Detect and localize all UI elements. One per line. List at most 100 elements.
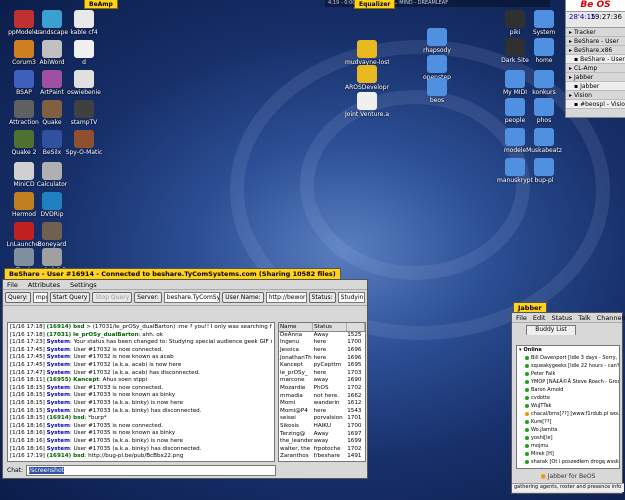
desktop-icon[interactable]: rhapsody (415, 28, 459, 54)
status-menu-button[interactable]: Status: (308, 292, 336, 303)
deskbar-item[interactable]: ▸ Tracker (566, 28, 625, 37)
beamp-tab[interactable]: BeAmp (84, 0, 118, 9)
desktop-icon[interactable]: Spy-O-Matic (62, 130, 106, 156)
user-row[interactable]: Kancept pyCepttm 1695 (279, 361, 365, 369)
desktop-icon[interactable]: stampTV (62, 100, 106, 126)
user-row[interactable]: Mozardie PhOS 1702 (279, 384, 365, 392)
user-row[interactable]: le_prOSy_ here 1703 (279, 369, 365, 377)
user-col-status[interactable]: Status (312, 323, 347, 332)
buddy-list[interactable]: ▾ Online Bill Davenport [Idle 3 days - S… (516, 345, 620, 469)
app-icon (534, 10, 554, 28)
user-row[interactable]: marcone away 1690 (279, 377, 365, 385)
menu-status[interactable]: Status (551, 314, 572, 322)
deskbar-item[interactable]: ▸ BeShare.x86 (566, 46, 625, 55)
buddy-item[interactable]: YMOP [NÃ£Ã©Â Steve Roach - Groun... (517, 378, 619, 386)
user-row[interactable]: Zartanhere1695 (279, 460, 365, 462)
menu-file[interactable]: File (7, 281, 18, 289)
timestamp: [1/16 17:47] (10, 369, 45, 376)
deskbar-item[interactable]: ▸ Jabber (566, 73, 625, 82)
desktop-icon[interactable]: Muskabeatz (522, 128, 566, 154)
query-menu-button[interactable]: Query: (5, 292, 31, 303)
desktop-icon[interactable]: Joint Venture.avi (345, 92, 389, 118)
username-input[interactable]: http://beworld.in (265, 292, 307, 303)
desktop-icon-label: System (532, 29, 556, 36)
deskbar-item-label: BeShare - User (574, 37, 619, 45)
buddy-item[interactable]: yoshi[le] (517, 434, 619, 442)
chat-input[interactable]: /screenshot (26, 464, 277, 476)
user-row[interactable]: Sikosis HAIKU 1700 (279, 422, 365, 430)
stop-query-button[interactable]: Stop Query (92, 292, 133, 303)
desktop-icon[interactable]: beos (415, 78, 459, 104)
desktop-icon[interactable]: kable cf4 (62, 10, 106, 36)
desktop-icon[interactable]: oswiebenie (62, 70, 106, 96)
user-row[interactable]: Terzing@ Away 1697 (279, 430, 365, 438)
desktop-icon[interactable]: d (62, 40, 106, 66)
buddy-item[interactable]: Peter Falk (517, 370, 619, 378)
deskbar-item[interactable]: ▸ BeShare - User (566, 37, 625, 46)
menu-settings[interactable]: Settings (70, 281, 97, 289)
user-row[interactable]: mmadia not here. 1662 (279, 392, 365, 400)
user-row[interactable]: the_leander away 1699 (279, 437, 365, 445)
buddy-item[interactable]: WuJTTak (517, 402, 619, 410)
menu-channels[interactable]: Channels (597, 314, 625, 322)
user-row[interactable]: seisei porvalsion 1701 (279, 415, 365, 423)
desktop-icon[interactable]: konkurs (522, 70, 566, 96)
desktop-icon[interactable]: System (522, 10, 566, 36)
user-row[interactable]: Momi@P4 here 1543 (279, 407, 365, 415)
buddy-item[interactable]: chacal/bms[??] [www.f1rdub.pl wouns... (517, 410, 619, 418)
group-online[interactable]: ▾ Online (517, 346, 619, 354)
desktop-icon[interactable]: home (522, 38, 566, 64)
start-query-button[interactable]: Start Query (49, 292, 91, 303)
buddy-list-tab[interactable]: Buddy List (526, 325, 576, 335)
deskbar-app-list: ▸ Tracker ▸ BeShare - User ▸ BeShare.x86 ▪ BeSh… (566, 28, 625, 109)
chevron-down-icon[interactable]: ▾ (519, 346, 522, 354)
buddy-item[interactable]: Baron Arnold (517, 386, 619, 394)
jabber-status-text: Jabber for BeOS (547, 473, 596, 480)
server-menu-button[interactable]: Server: (134, 292, 162, 303)
chat-log[interactable]: [1/16 17:18] (16914) bsd > (17031/le_prO… (7, 322, 275, 462)
desktop-icon[interactable]: Boneyard (30, 222, 74, 248)
user-row[interactable]: DeAnna Away 1525 (279, 331, 365, 339)
status-input[interactable]: Studying (337, 292, 366, 303)
query-input[interactable]: mpg (32, 292, 48, 303)
buddy-item[interactable]: squeakygeeks [Idle 22 hours - can't talk… (517, 362, 619, 370)
deskbar-item[interactable]: ▪ #beospl - Vision (566, 100, 625, 109)
deskbar-item[interactable]: ▸ CL-Amp (566, 64, 625, 73)
username-menu-button[interactable]: User Name: (222, 292, 264, 303)
menu-talk[interactable]: Talk (578, 314, 590, 322)
buddy-item[interactable]: Bill Davenport [Idle 3 days - Sorry, I r… (517, 354, 619, 362)
user-col-id[interactable] (346, 323, 365, 332)
user-row[interactable]: Jessica here 1696 (279, 346, 365, 354)
menu-file[interactable]: File (516, 314, 527, 322)
desktop-icon[interactable]: DVDRip (30, 192, 74, 218)
desktop-icon[interactable]: bup-pl (522, 158, 566, 184)
desktop-icon[interactable]: AROSDevelopment.rar (345, 65, 389, 91)
desktop-icon[interactable]: Calculator (30, 162, 74, 188)
buddy-item[interactable]: mojmu (517, 442, 619, 450)
be-menu-logo[interactable]: Be OS (566, 0, 625, 12)
buddy-item[interactable]: cvdotte (517, 394, 619, 402)
user-col-name[interactable]: Name (279, 323, 314, 332)
buddy-item[interactable]: Mirek [H] (517, 450, 619, 458)
buddy-item[interactable]: Kure[??] (517, 418, 619, 426)
beshare-window-tab[interactable]: BeShare - User #16914 - Connected to bes… (4, 268, 341, 279)
user-id-cell: 1699 (347, 438, 362, 445)
desktop-icon[interactable]: mudvayne-lost_and_foun... (345, 40, 389, 66)
user-row[interactable]: Zaranthos f/beshare 1491 (279, 453, 365, 461)
desktop-icon[interactable]: phos (522, 98, 566, 124)
user-row[interactable]: JonathanTh here 1696 (279, 354, 365, 362)
buddy-item[interactable]: Wo.jlamita (517, 426, 619, 434)
user-row[interactable]: Ingenu here 1700 (279, 339, 365, 347)
server-input[interactable]: beshare.TyComSystem (163, 292, 221, 303)
user-row[interactable]: walter, the frpotoche 1702 (279, 445, 365, 453)
menu-edit[interactable]: Edit (533, 314, 546, 322)
buddy-item[interactable]: sharak [Ot i poszedłem drogą wsskui.p... (517, 458, 619, 466)
deskbar-item[interactable]: ▪ Jabber (566, 82, 625, 91)
deskbar-item[interactable]: ▸ Vision (566, 91, 625, 100)
buddy-item[interactable]: maria (517, 466, 619, 468)
menu-attributes[interactable]: Attributes (28, 281, 60, 289)
equalizer-tab[interactable]: Equalizer (354, 0, 396, 9)
user-list[interactable]: Name Status DeAnna Away 1525 Ingenu here 1700… (278, 322, 366, 462)
deskbar-item[interactable]: ▪ BeShare - User (566, 55, 625, 64)
user-row[interactable]: Momi wanderin 1612 (279, 399, 365, 407)
